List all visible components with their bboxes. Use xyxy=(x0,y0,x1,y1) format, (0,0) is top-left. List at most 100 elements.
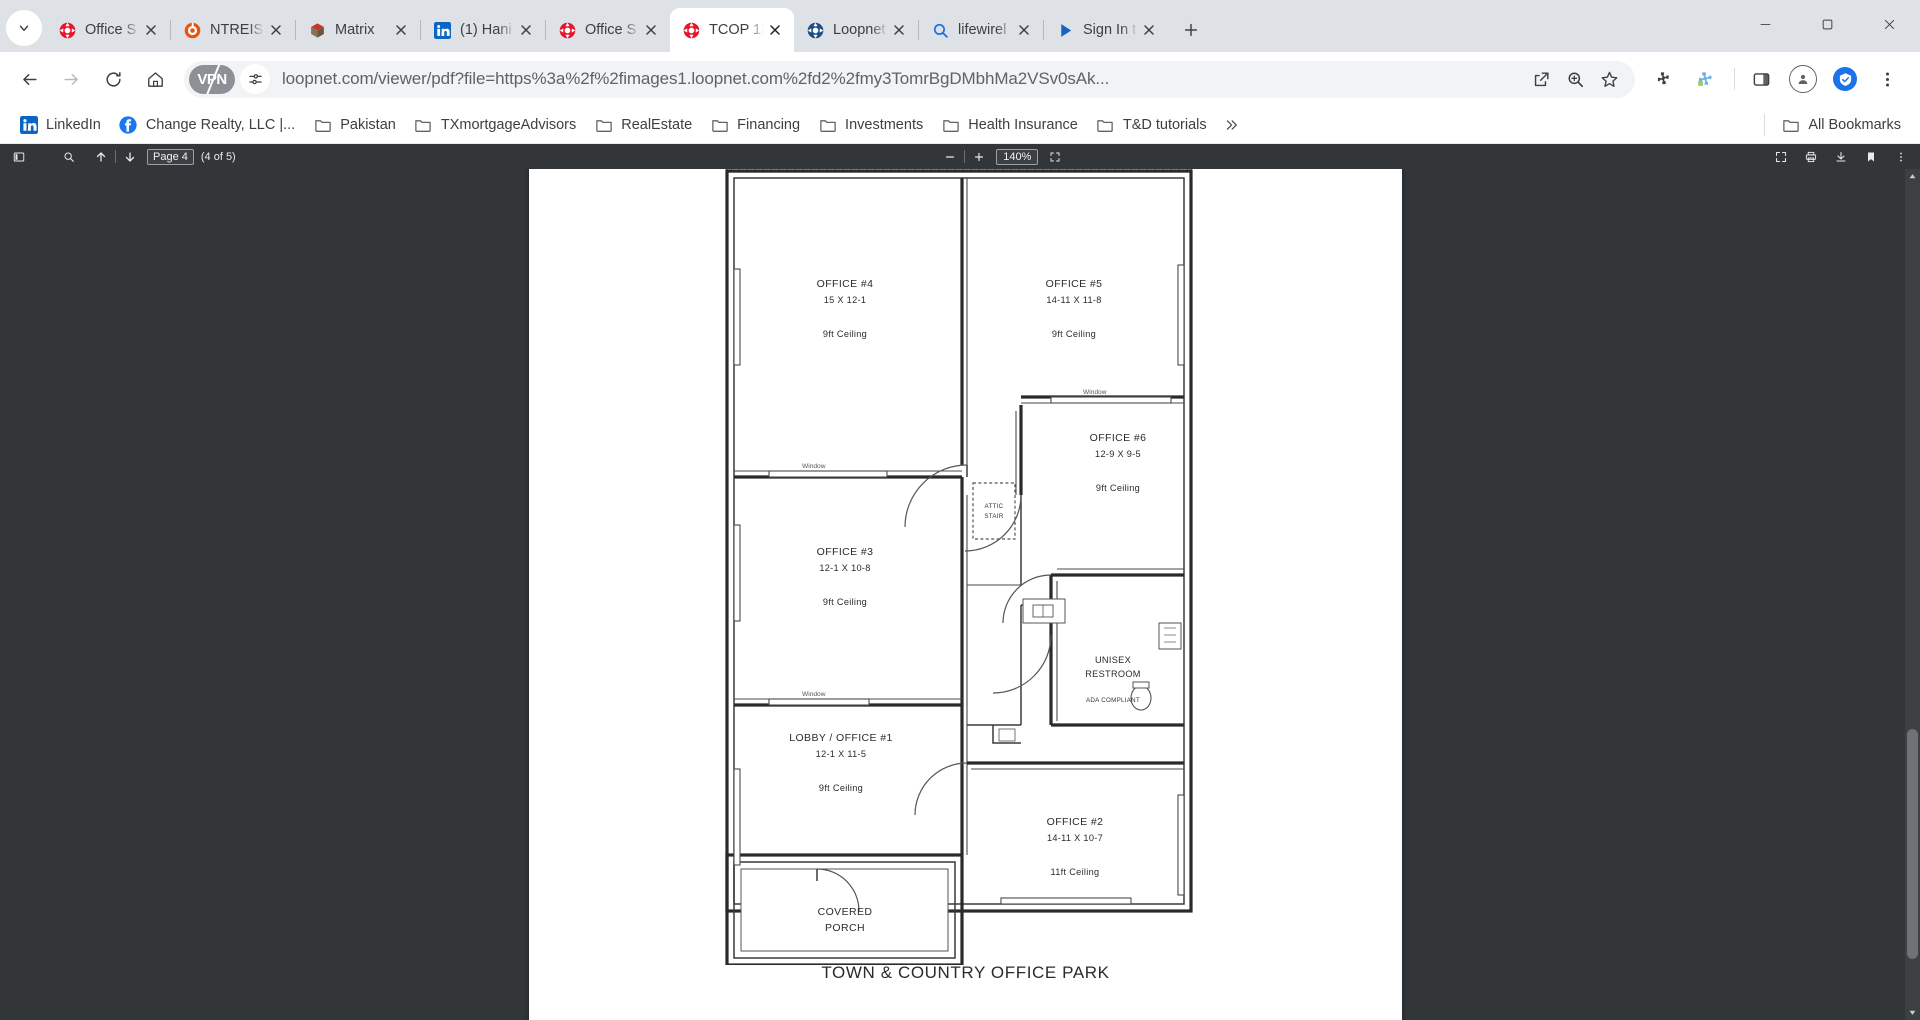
room-dims: 14-11 X 11-8 xyxy=(1046,295,1101,305)
all-bookmarks-button[interactable]: All Bookmarks xyxy=(1772,111,1910,139)
close-icon[interactable] xyxy=(140,19,162,41)
close-icon[interactable] xyxy=(640,19,662,41)
browser-tab[interactable]: Office S xyxy=(46,8,170,52)
bookmarks-bar: LinkedIn Change Realty, LLC |... Pakista… xyxy=(0,106,1920,144)
close-icon[interactable] xyxy=(1138,19,1160,41)
browser-tab[interactable]: NTREIS xyxy=(171,8,295,52)
folder-icon xyxy=(313,115,332,134)
maximize-icon xyxy=(1822,19,1832,29)
next-page-button[interactable] xyxy=(119,147,141,167)
room-name: OFFICE #3 xyxy=(816,546,873,558)
pdf-vertical-scrollbar[interactable] xyxy=(1905,169,1920,1020)
profile-avatar-icon[interactable] xyxy=(1784,60,1822,98)
avatar xyxy=(1789,65,1817,93)
bookmark-icon[interactable] xyxy=(1860,147,1882,167)
download-icon[interactable] xyxy=(1830,147,1852,167)
fullscreen-icon[interactable] xyxy=(1770,147,1792,167)
zoom-in-button[interactable] xyxy=(968,147,990,167)
pdf-toolbar: Page 4 (4 of 5) 140% xyxy=(0,144,1920,169)
close-icon[interactable] xyxy=(888,19,910,41)
pdf-toolbar-right-actions xyxy=(1770,147,1912,167)
window-controls xyxy=(1734,0,1920,48)
bookmark-label: Pakistan xyxy=(340,116,396,133)
browser-tab[interactable]: (1) Hani xyxy=(421,8,545,52)
browser-tab[interactable]: Matrix xyxy=(296,8,420,52)
side-panel-icon[interactable] xyxy=(1742,60,1780,98)
browser-tab[interactable]: lifewirel xyxy=(919,8,1043,52)
folder-icon xyxy=(1781,115,1800,134)
scrollbar-thumb[interactable] xyxy=(1907,729,1918,959)
zoom-search-icon[interactable] xyxy=(1558,62,1592,96)
floor-plan-drawing: .wall { fill:none; stroke:#2a2a2a; strok… xyxy=(721,169,1211,965)
bookmark-linkedin[interactable]: LinkedIn xyxy=(10,111,110,139)
scroll-down-arrow[interactable] xyxy=(1905,1005,1920,1020)
folder-icon xyxy=(1096,115,1115,134)
close-icon[interactable] xyxy=(764,19,786,41)
close-icon[interactable] xyxy=(515,19,537,41)
chevron-double-right-icon[interactable] xyxy=(1216,118,1246,132)
tab-search-button[interactable] xyxy=(6,10,42,46)
room-dims: 12-1 X 10-8 xyxy=(819,563,870,573)
star-icon[interactable] xyxy=(1592,62,1626,96)
bookmark-folder-realestate[interactable]: RealEstate xyxy=(585,111,701,139)
close-window-button[interactable] xyxy=(1858,0,1920,48)
browser-tab[interactable]: Office S xyxy=(546,8,670,52)
page-number-input[interactable]: Page 4 xyxy=(147,148,194,165)
three-dot-menu-icon[interactable] xyxy=(1868,60,1906,98)
new-tab-button[interactable] xyxy=(1174,13,1208,47)
back-button[interactable] xyxy=(10,60,48,98)
window-label: Window xyxy=(1083,389,1107,396)
bookmark-folder-investments[interactable]: Investments xyxy=(809,111,932,139)
room-label-office-2: OFFICE #2 14-11 X 10-7 11ft Ceiling xyxy=(1046,816,1102,877)
folder-icon xyxy=(594,115,613,134)
bookmark-folder-financing[interactable]: Financing xyxy=(701,111,809,139)
sidebar-panel-icon[interactable] xyxy=(8,147,30,167)
close-icon[interactable] xyxy=(1013,19,1035,41)
maximize-button[interactable] xyxy=(1796,0,1858,48)
home-button[interactable] xyxy=(136,60,174,98)
room-label-lobby-office-1: LOBBY / OFFICE #1 12-1 X 11-5 9ft Ceilin… xyxy=(789,732,892,793)
pdf-search-icon[interactable] xyxy=(58,147,80,167)
browser-tab[interactable]: Loopnet xyxy=(794,8,918,52)
pdf-page-canvas[interactable]: .wall { fill:none; stroke:#2a2a2a; strok… xyxy=(0,169,1920,1020)
loopnet-red-icon xyxy=(58,21,76,39)
room-label-unisex-restroom: UNISEX RESTROOM ADA COMPLIANT xyxy=(1085,655,1140,704)
zoom-level-label[interactable]: 140% xyxy=(996,148,1039,165)
pdf-page: .wall { fill:none; stroke:#2a2a2a; strok… xyxy=(529,169,1402,1020)
bookmark-folder-txmortgageadvisors[interactable]: TXmortgageAdvisors xyxy=(405,111,585,139)
close-icon xyxy=(1884,19,1894,29)
browser-tab[interactable]: Sign In t xyxy=(1044,8,1168,52)
extension-color-icon[interactable] xyxy=(1685,60,1723,98)
tab-title: NTREIS xyxy=(210,22,264,38)
bookmark-folder-td-tutorials[interactable]: T&D tutorials xyxy=(1087,111,1216,139)
zoom-out-button[interactable] xyxy=(939,147,961,167)
more-vertical-icon[interactable] xyxy=(1890,147,1912,167)
print-icon[interactable] xyxy=(1800,147,1822,167)
bookmark-folder-pakistan[interactable]: Pakistan xyxy=(304,111,405,139)
room-label-office-6: OFFICE #6 12-9 X 9-5 9ft Ceiling xyxy=(1089,432,1145,493)
browser-tab-active[interactable]: TCOP 13 xyxy=(670,8,794,52)
security-shield-icon[interactable] xyxy=(1826,60,1864,98)
fit-to-page-icon[interactable] xyxy=(1044,147,1066,167)
room-ceiling: 11ft Ceiling xyxy=(1050,867,1099,877)
forward-button[interactable] xyxy=(52,60,90,98)
tab-title: Loopnet xyxy=(833,22,886,38)
svg-text:STAIR: STAIR xyxy=(984,513,1003,520)
close-icon[interactable] xyxy=(265,19,287,41)
previous-page-button[interactable] xyxy=(90,147,112,167)
floor-plan-footer: TOWN & COUNTRY OFFICE PARK xyxy=(821,963,1110,982)
bookmark-change-realty[interactable]: Change Realty, LLC |... xyxy=(110,111,304,139)
scroll-up-arrow[interactable] xyxy=(1905,169,1920,184)
ada-label: ADA COMPLIANT xyxy=(1085,697,1139,704)
extensions-puzzle-icon[interactable] xyxy=(1643,60,1681,98)
bookmark-folder-health-insurance[interactable]: Health Insurance xyxy=(932,111,1087,139)
share-icon[interactable] xyxy=(1524,62,1558,96)
reload-button[interactable] xyxy=(94,60,132,98)
minimize-button[interactable] xyxy=(1734,0,1796,48)
bookmark-label: LinkedIn xyxy=(46,116,101,133)
close-icon[interactable] xyxy=(390,19,412,41)
site-settings-icon[interactable] xyxy=(240,64,270,94)
url-text[interactable]: loopnet.com/viewer/pdf?file=https%3a%2f%… xyxy=(282,69,1524,89)
vpn-badge[interactable]: VPN xyxy=(189,64,235,94)
address-bar[interactable]: VPN loopnet.com/viewer/pdf?file=https%3a… xyxy=(184,60,1635,98)
